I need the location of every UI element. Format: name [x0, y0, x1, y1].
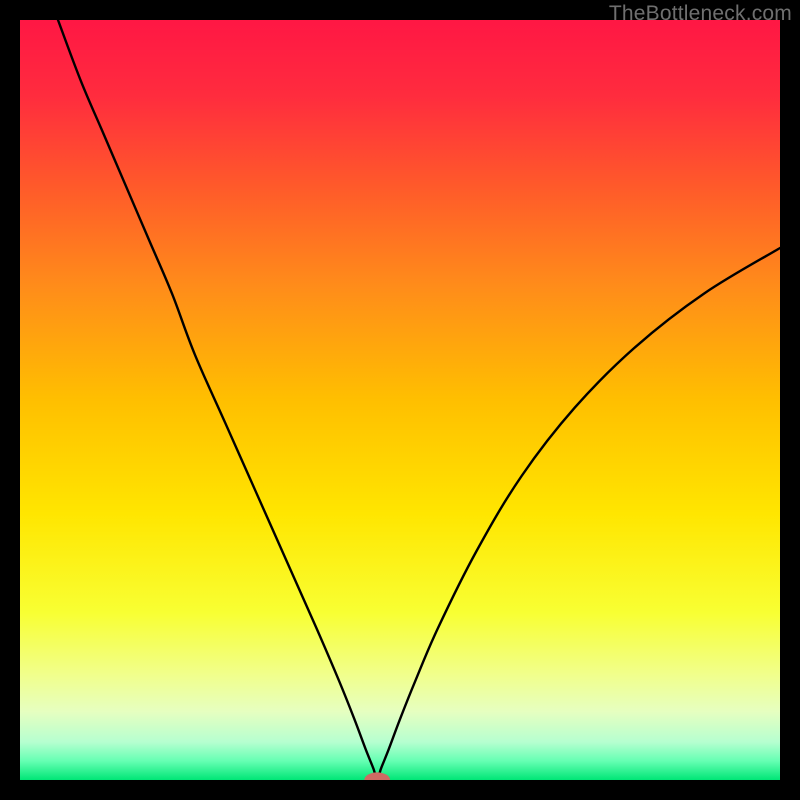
chart-svg — [20, 20, 780, 780]
chart-container: TheBottleneck.com — [0, 0, 800, 800]
gradient-background — [20, 20, 780, 780]
watermark-text: TheBottleneck.com — [609, 2, 792, 26]
plot-area — [20, 20, 780, 780]
